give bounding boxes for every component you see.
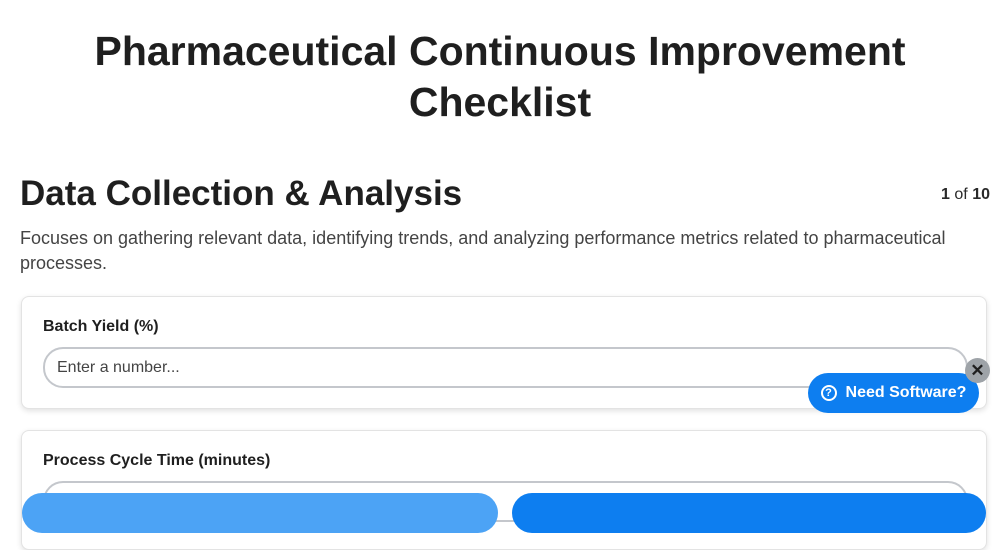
previous-button[interactable] [22,493,498,533]
section-pager: 1 of 10 [941,185,990,205]
need-software-label: Need Software? [845,384,967,401]
section-description: Focuses on gathering relevant data, iden… [20,228,946,273]
section-title: Data Collection & Analysis [20,174,463,213]
page-title: Pharmaceutical Continuous Improvement Ch… [94,28,906,125]
next-button[interactable] [512,493,986,533]
pager-current: 1 [941,186,950,203]
pager-separator: of [954,186,968,203]
batch-yield-label: Batch Yield (%) [43,318,159,335]
question-circle-icon: ? [820,385,837,401]
pager-total: 10 [972,186,990,203]
process-cycle-time-label: Process Cycle Time (minutes) [43,452,271,469]
need-software-button[interactable]: ? Need Software? [808,373,979,413]
close-icon[interactable]: ✕ [965,358,990,383]
